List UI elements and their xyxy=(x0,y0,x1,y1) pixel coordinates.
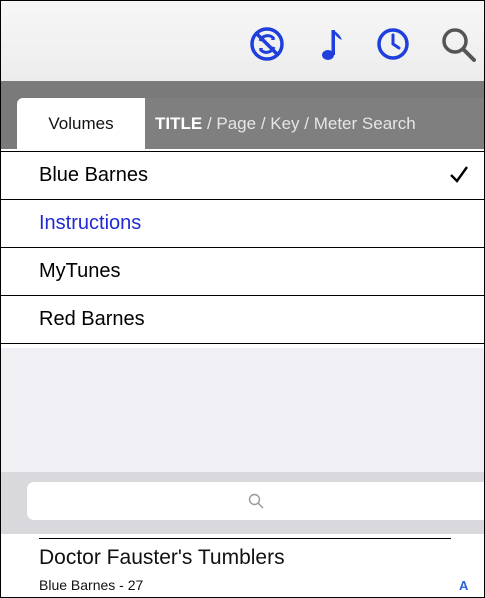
tune-list-item[interactable]: Doctor Fauster's Tumblers Blue Barnes - … xyxy=(1,534,484,597)
clock-icon[interactable] xyxy=(373,24,413,64)
app-frame: Volumes TITLE / Page / Key / Meter Searc… xyxy=(0,0,485,598)
volume-item-mytunes[interactable]: MyTunes xyxy=(1,248,484,296)
volume-item-blue-barnes[interactable]: Blue Barnes xyxy=(1,152,484,200)
tab-volumes-label: Volumes xyxy=(48,113,114,133)
no-sync-icon[interactable] xyxy=(247,24,287,64)
tab-bar: Volumes TITLE / Page / Key / Meter Searc… xyxy=(1,81,484,149)
tab-title-search[interactable]: TITLE / Page / Key / Meter Search xyxy=(145,98,484,149)
tune-subtitle: Blue Barnes - 27 xyxy=(39,577,144,593)
search-input[interactable] xyxy=(27,482,484,520)
tune-title: Doctor Fauster's Tumblers xyxy=(39,546,285,569)
volume-item-label: Instructions xyxy=(39,212,142,234)
volume-item-label: Red Barnes xyxy=(39,308,145,330)
divider xyxy=(39,538,451,539)
checkmark-icon xyxy=(450,166,468,183)
toolbar xyxy=(1,1,484,81)
music-note-icon[interactable] xyxy=(312,24,352,64)
volume-item-label: Blue Barnes xyxy=(39,164,148,186)
volume-item-red-barnes[interactable]: Red Barnes xyxy=(1,296,484,344)
tab-volumes[interactable]: Volumes xyxy=(17,98,145,149)
empty-area xyxy=(1,348,484,472)
search-icon[interactable] xyxy=(438,24,478,64)
volume-list: Blue Barnes Instructions MyTunes Red Bar… xyxy=(1,151,484,344)
volume-item-label: MyTunes xyxy=(39,260,121,282)
tab-search-bold-label: TITLE xyxy=(155,113,203,133)
search-bar xyxy=(1,472,484,534)
search-field-container xyxy=(27,482,484,520)
tab-search-label: / Page / Key / Meter Search xyxy=(202,113,416,133)
section-index-letter[interactable]: A xyxy=(459,578,468,593)
volume-item-instructions[interactable]: Instructions xyxy=(1,200,484,248)
